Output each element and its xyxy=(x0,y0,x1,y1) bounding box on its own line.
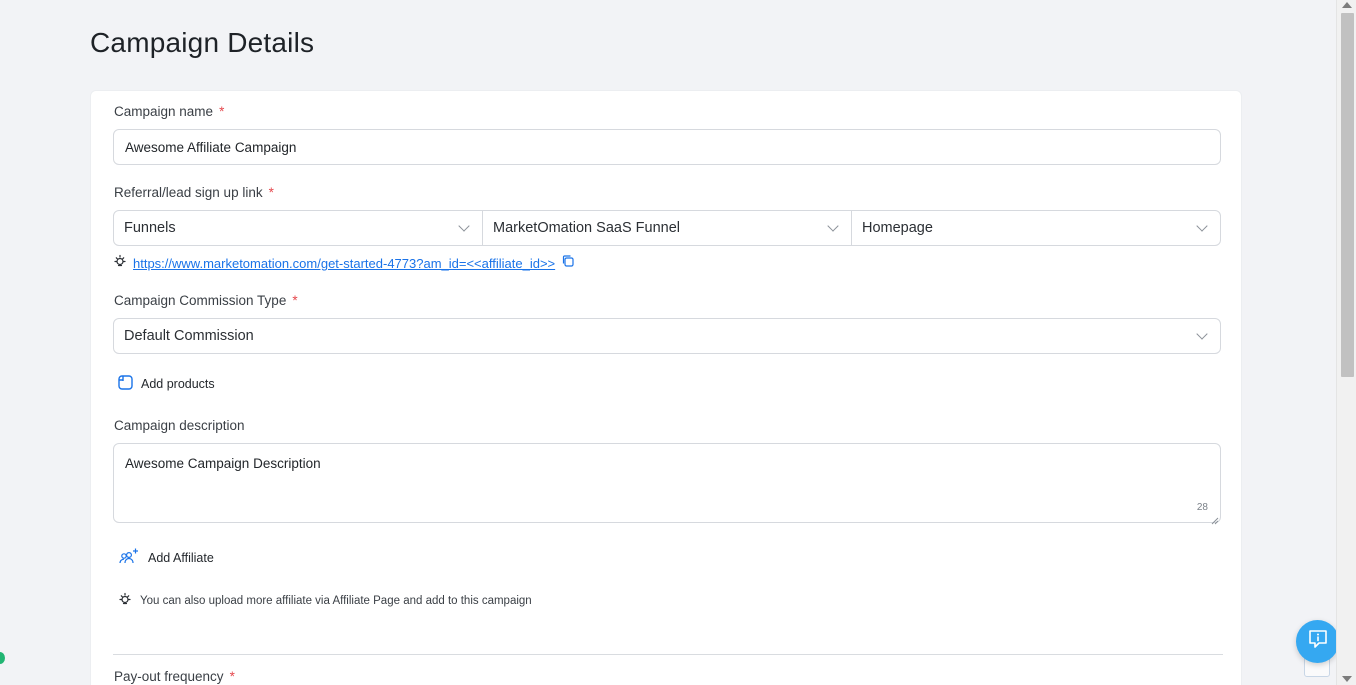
lightbulb-icon xyxy=(113,254,127,273)
chevron-down-icon xyxy=(1196,220,1208,232)
copy-icon[interactable] xyxy=(561,254,575,273)
add-products-button[interactable]: Add products xyxy=(118,375,215,393)
page-title: Campaign Details xyxy=(90,27,315,58)
required-mark: * xyxy=(219,104,225,119)
add-affiliate-button[interactable]: Add Affiliate xyxy=(118,547,214,568)
description-textarea[interactable]: Awesome Campaign Description 28 xyxy=(113,443,1221,525)
affiliate-hint: You can also upload more affiliate via A… xyxy=(118,592,532,609)
payout-frequency-label: Pay-out frequency * xyxy=(114,669,235,684)
signup-url-link[interactable]: https://www.marketomation.com/get-starte… xyxy=(133,256,555,271)
commission-type-select[interactable]: Default Commission xyxy=(113,318,1221,354)
link-type-select[interactable]: Funnels xyxy=(114,211,483,245)
resize-grip-icon[interactable] xyxy=(1211,513,1219,525)
chevron-down-icon xyxy=(827,220,839,232)
chevron-down-icon xyxy=(458,220,470,232)
chevron-down-icon xyxy=(1196,328,1208,340)
section-divider xyxy=(113,654,1223,655)
signup-link-label: Referral/lead sign up link * xyxy=(114,185,274,200)
scroll-thumb[interactable] xyxy=(1341,13,1354,377)
add-products-icon xyxy=(118,375,133,393)
signup-url-row: https://www.marketomation.com/get-starte… xyxy=(113,254,575,273)
char-count: 28 xyxy=(1196,502,1208,513)
required-mark: * xyxy=(229,669,235,684)
scroll-up-arrow-icon[interactable] xyxy=(1342,2,1352,8)
campaign-details-card: Campaign name * Awesome Affiliate Campaig… xyxy=(90,90,1242,685)
scroll-down-arrow-icon[interactable] xyxy=(1342,676,1352,682)
campaign-name-input[interactable]: Awesome Affiliate Campaign xyxy=(113,129,1221,165)
add-affiliate-icon xyxy=(118,547,140,568)
funnel-select[interactable]: MarketOmation SaaS Funnel xyxy=(483,211,852,245)
description-label: Campaign description xyxy=(114,418,245,433)
lightbulb-icon xyxy=(118,592,132,609)
campaign-name-label: Campaign name * xyxy=(114,104,225,119)
required-mark: * xyxy=(292,293,298,308)
signup-link-select-group: Funnels MarketOmation SaaS Funnel Homepa… xyxy=(113,210,1221,246)
required-mark: * xyxy=(268,185,274,200)
status-indicator xyxy=(0,652,5,664)
help-chat-icon xyxy=(1306,627,1330,656)
page-scrollbar[interactable] xyxy=(1336,0,1356,685)
description-value: Awesome Campaign Description xyxy=(125,456,321,471)
commission-type-label: Campaign Commission Type * xyxy=(114,293,298,308)
page-select[interactable]: Homepage xyxy=(852,211,1220,245)
campaign-name-value: Awesome Affiliate Campaign xyxy=(125,139,297,155)
help-chat-button[interactable] xyxy=(1296,620,1339,663)
